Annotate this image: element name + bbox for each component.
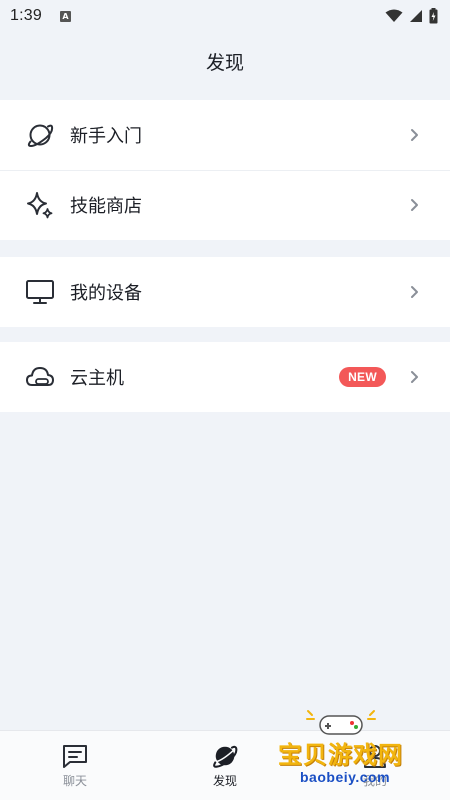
- chevron-right-icon: [408, 127, 420, 143]
- notification-icon: A: [59, 10, 71, 22]
- status-bar: 1:39 A: [0, 0, 450, 32]
- nav-label: 发现: [212, 774, 237, 788]
- nav-label: 聊天: [62, 774, 87, 788]
- chevron-right-icon: [408, 284, 420, 300]
- status-time: 1:39: [10, 7, 42, 24]
- menu-item-cloud-host[interactable]: 云主机 NEW: [0, 342, 450, 412]
- menu-item-label: 新手入门: [70, 126, 142, 147]
- sparkle-icon: [24, 189, 56, 221]
- menu-item-label: 云主机: [70, 368, 124, 389]
- chat-icon: [63, 745, 87, 768]
- planet-icon: [24, 119, 56, 151]
- watermark: 宝贝游戏网 baobeiy.com: [270, 705, 450, 800]
- section-cloud: 云主机 NEW: [0, 342, 450, 412]
- menu-item-beginner-guide[interactable]: 新手入门: [0, 100, 450, 170]
- menu-item-label: 技能商店: [70, 196, 142, 217]
- new-badge: NEW: [339, 367, 386, 387]
- section-devices: 我的设备: [0, 257, 450, 327]
- menu-item-label: 我的设备: [70, 283, 142, 304]
- chevron-right-icon: [408, 369, 420, 385]
- signal-icon: [410, 10, 422, 22]
- cloud-icon: [24, 361, 56, 393]
- planet-icon: [213, 745, 238, 768]
- watermark-url: baobeiy.com: [300, 769, 391, 785]
- menu-item-my-devices[interactable]: 我的设备: [0, 257, 450, 327]
- chevron-right-icon: [408, 197, 420, 213]
- status-icons: [385, 8, 438, 24]
- wifi-icon: [385, 9, 403, 22]
- battery-icon: [429, 8, 438, 24]
- menu-item-skill-store[interactable]: 技能商店: [0, 170, 450, 240]
- page-title: 发现: [205, 52, 244, 74]
- section-getting-started: 新手入门 技能商店: [0, 100, 450, 240]
- watermark-text: 宝贝游戏网: [278, 741, 403, 769]
- monitor-icon: [24, 276, 56, 308]
- nav-tab-chat[interactable]: 聊天: [0, 731, 150, 800]
